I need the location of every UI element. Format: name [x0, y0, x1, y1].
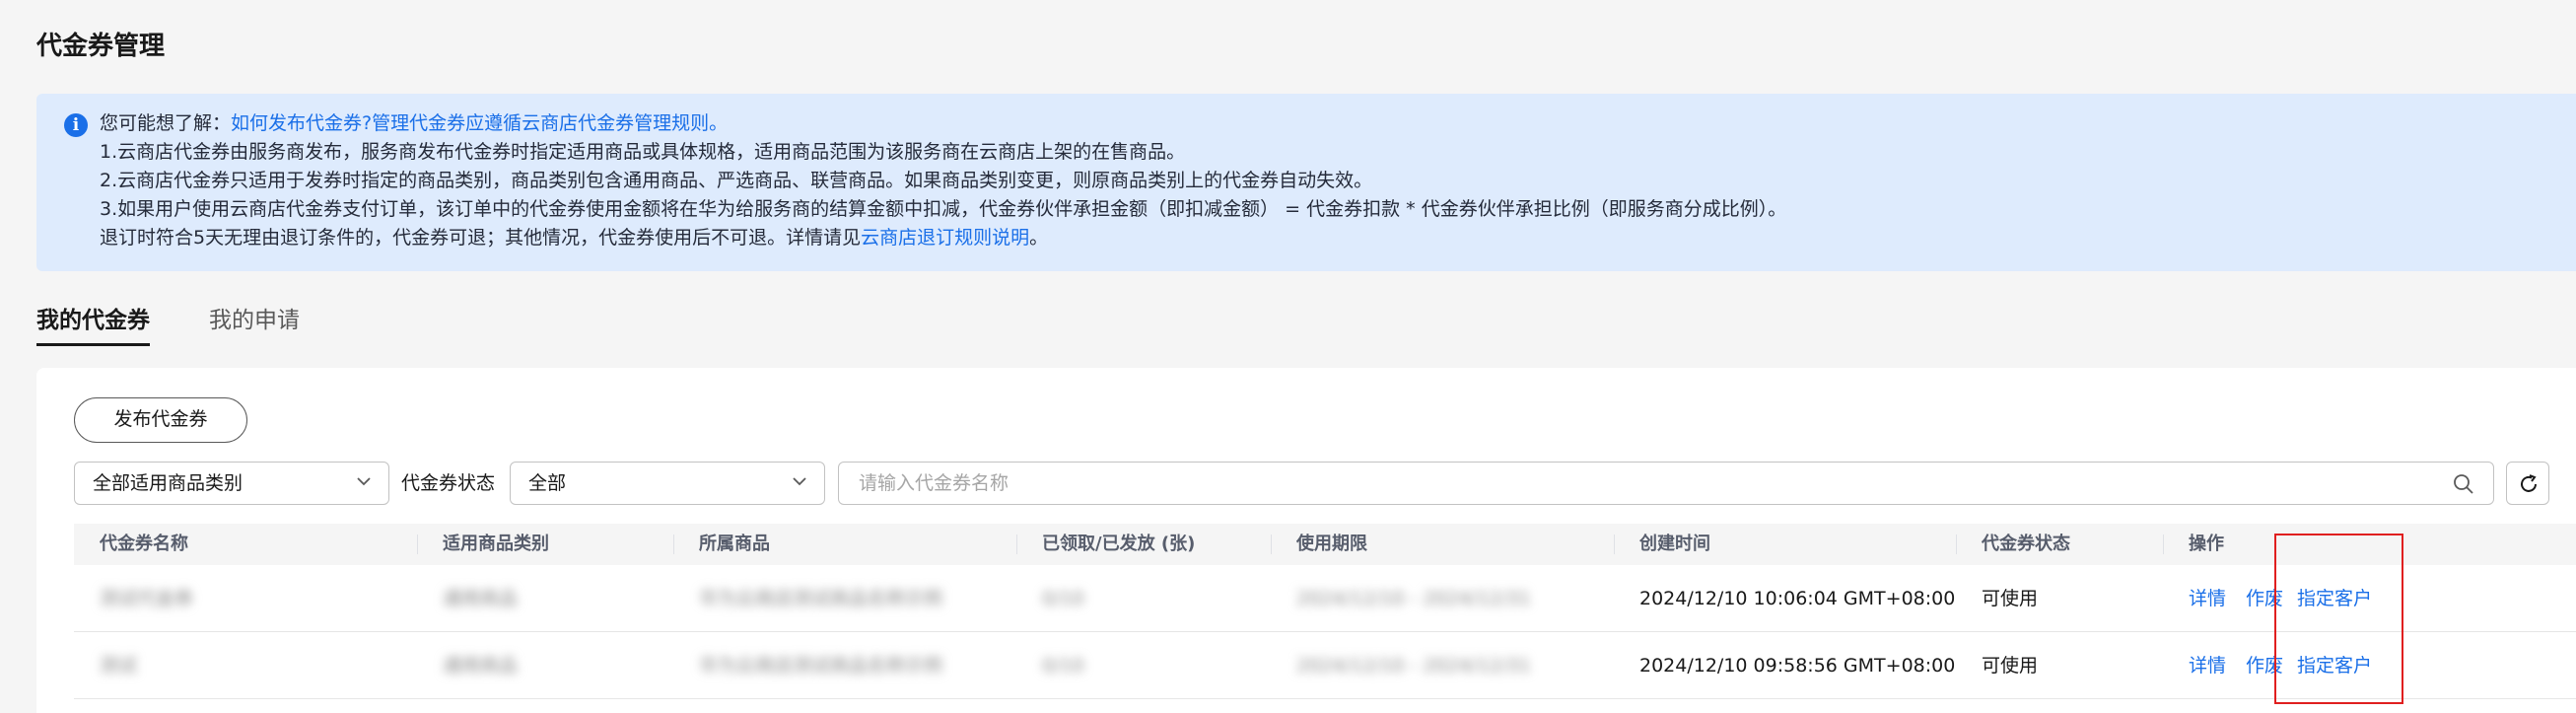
cell-voucher-name: 测试代金券 [100, 588, 194, 609]
void-link[interactable]: 作废 [2246, 565, 2283, 632]
info-notice: i 您可能想了解：如何发布代金券?管理代金券应遵循云商店代金券管理规则。 1.云… [36, 94, 2576, 271]
search-icon[interactable] [2452, 472, 2475, 496]
cell-status: 可使用 [1982, 588, 2039, 609]
cell-category: 通用商品 [443, 588, 519, 609]
cell-period: 2024/12/10 - 2024/12/31 [1296, 655, 1531, 677]
column-header-issued-label: 已领取/已发放 (张) [1042, 534, 1196, 554]
column-header-category-label: 适用商品类别 [443, 534, 549, 554]
notice-line-3: 3.如果用户使用云商店代金券支付订单，该订单中的代金券使用金额将在华为给服务商的… [100, 198, 1787, 220]
column-header-actions: 操作 [2163, 524, 2224, 565]
column-header-name: 代金券名称 [100, 534, 188, 554]
cell-category: 通用商品 [443, 655, 519, 677]
column-header-status: 代金券状态 [1956, 524, 2070, 565]
cell-voucher-name: 测试 [100, 655, 138, 677]
cell-created: 2024/12/10 09:58:56 GMT+08:00 [1639, 655, 1956, 677]
tab-my-applications[interactable]: 我的申请 [209, 301, 300, 334]
column-header-created: 创建时间 [1614, 524, 1710, 565]
column-header-category: 适用商品类别 [417, 524, 549, 565]
column-header-period-label: 使用期限 [1296, 534, 1367, 554]
void-link[interactable]: 作废 [2246, 632, 2283, 699]
cell-product: 华为云商店测试商品名称示例 [699, 588, 943, 609]
voucher-list-card: 发布代金券 全部适用商品类别 代金券状态 全部 代金券名称 适用商品类别 所属商… [36, 368, 2576, 713]
details-link[interactable]: 详情 [2189, 632, 2226, 699]
column-header-created-label: 创建时间 [1639, 534, 1710, 554]
search-input[interactable] [839, 463, 2436, 504]
column-header-status-label: 代金券状态 [1982, 534, 2070, 554]
table-row: 测试代金券 通用商品 华为云商店测试商品名称示例 0/10 2024/12/10… [74, 565, 2576, 632]
notice-line-1: 1.云商店代金券由服务商发布，服务商发布代金券时指定适用商品或具体规格，适用商品… [100, 141, 1186, 163]
tab-my-vouchers[interactable]: 我的代金券 [36, 301, 150, 346]
notice-line-4-text: 退订时符合5天无理由退订条件的，代金券可退；其他情况，代金券使用后不可退。详情请… [100, 227, 862, 249]
publish-voucher-button[interactable]: 发布代金券 [74, 397, 247, 443]
voucher-rules-link[interactable]: 管理代金券应遵循云商店代金券管理规则。 [372, 112, 728, 134]
status-select[interactable]: 全部 [510, 462, 825, 505]
category-select[interactable]: 全部适用商品类别 [74, 462, 389, 505]
notice-line-2: 2.云商店代金券只适用于发券时指定的商品类别，商品类别包含通用商品、严选商品、联… [100, 170, 1373, 191]
table-row: 测试 通用商品 华为云商店测试商品名称示例 0/10 2024/12/10 - … [74, 632, 2576, 699]
category-select-value: 全部适用商品类别 [93, 472, 244, 494]
assign-customer-link[interactable]: 指定客户 [2297, 632, 2372, 699]
status-select-value: 全部 [528, 472, 567, 494]
cell-issued: 0/10 [1042, 655, 1084, 677]
chevron-down-icon [357, 477, 371, 486]
column-header-issued: 已领取/已发放 (张) [1016, 524, 1196, 565]
cell-status: 可使用 [1982, 655, 2039, 677]
refresh-button[interactable] [2506, 462, 2549, 505]
info-icon: i [64, 113, 88, 137]
notice-lines: 您可能想了解：如何发布代金券?管理代金券应遵循云商店代金券管理规则。 1.云商店… [100, 109, 1786, 252]
column-header-product: 所属商品 [673, 524, 770, 565]
notice-line-4: 退订时符合5天无理由退订条件的，代金券可退；其他情况，代金券使用后不可退。详情请… [100, 224, 1786, 252]
voucher-search [838, 462, 2494, 505]
chevron-down-icon [793, 477, 806, 486]
column-header-period: 使用期限 [1271, 524, 1367, 565]
notice-line-4-suffix: 。 [1029, 227, 1049, 249]
table-header: 代金券名称 适用商品类别 所属商品 已领取/已发放 (张) 使用期限 创建时间 … [74, 524, 2576, 565]
how-to-publish-link[interactable]: 如何发布代金券? [231, 112, 372, 134]
column-header-product-label: 所属商品 [699, 534, 770, 554]
page-title: 代金券管理 [36, 32, 166, 61]
cell-created: 2024/12/10 10:06:04 GMT+08:00 [1639, 588, 1956, 609]
status-filter-label: 代金券状态 [401, 472, 496, 494]
voucher-table: 代金券名称 适用商品类别 所属商品 已领取/已发放 (张) 使用期限 创建时间 … [74, 524, 2576, 699]
assign-customer-link[interactable]: 指定客户 [2297, 565, 2372, 632]
notice-line-0: 您可能想了解：如何发布代金券?管理代金券应遵循云商店代金券管理规则。 [100, 109, 1786, 138]
cell-product: 华为云商店测试商品名称示例 [699, 655, 943, 677]
unsubscribe-rules-link[interactable]: 云商店退订规则说明 [861, 227, 1029, 249]
refresh-icon [2521, 474, 2537, 492]
details-link[interactable]: 详情 [2189, 565, 2226, 632]
column-header-actions-label: 操作 [2189, 534, 2224, 554]
cell-issued: 0/10 [1042, 588, 1084, 609]
cell-period: 2024/12/10 - 2024/12/31 [1296, 588, 1531, 609]
notice-prefix: 您可能想了解： [100, 112, 232, 134]
